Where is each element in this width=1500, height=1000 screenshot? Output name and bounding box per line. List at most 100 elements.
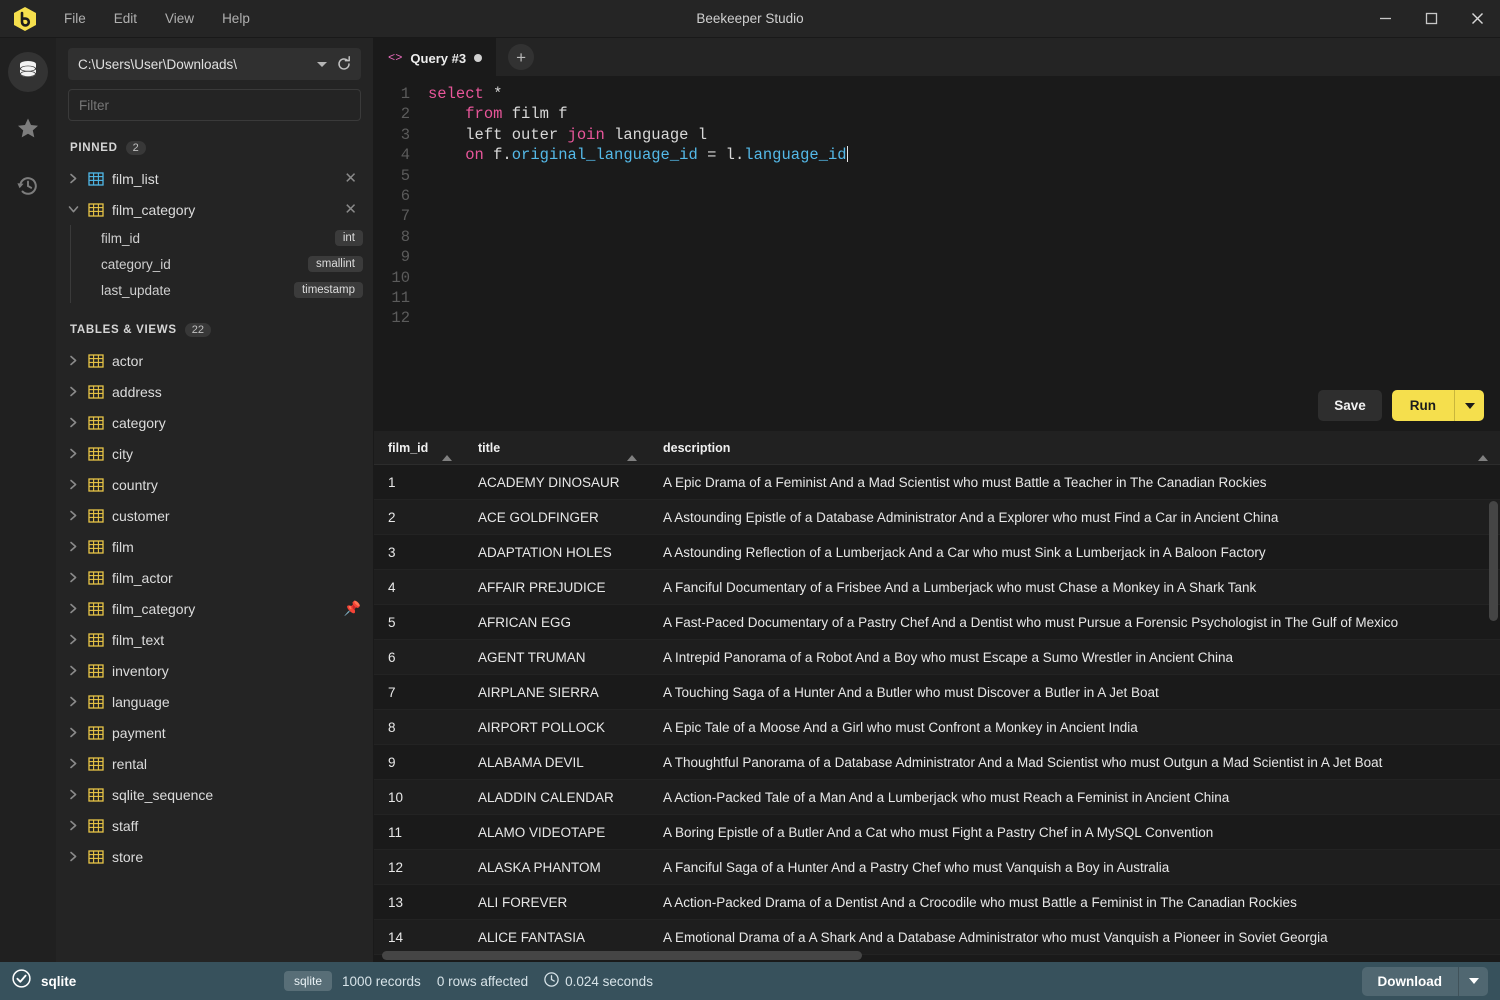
sidebar-table-rental[interactable]: rental (56, 748, 373, 779)
menu-item-help[interactable]: Help (210, 7, 262, 30)
cell-description[interactable]: A Astounding Reflection of a Lumberjack … (649, 545, 1500, 560)
sort-ascending-icon[interactable] (627, 441, 637, 455)
sql-editor-body[interactable]: 123456789101112 select * from film f lef… (374, 76, 1500, 431)
table-row[interactable]: 7AIRPLANE SIERRAA Touching Saga of a Hun… (374, 675, 1500, 710)
cell-film_id[interactable]: 2 (374, 510, 464, 525)
menu-item-view[interactable]: View (153, 7, 206, 30)
chevron-right-icon[interactable] (66, 665, 80, 676)
results-vertical-scrollbar[interactable] (1489, 501, 1498, 621)
cell-description[interactable]: A Action-Packed Tale of a Man And a Lumb… (649, 790, 1500, 805)
run-button[interactable]: Run (1392, 390, 1454, 421)
results-horizontal-scrollbar[interactable] (382, 951, 862, 960)
cell-film_id[interactable]: 3 (374, 545, 464, 560)
sidebar-table-film_category[interactable]: film_category📌 (56, 593, 373, 624)
rail-history-button[interactable] (8, 168, 48, 208)
refresh-icon[interactable] (333, 53, 355, 75)
rail-favorites-button[interactable] (8, 110, 48, 150)
chevron-right-icon[interactable] (66, 696, 80, 707)
cell-title[interactable]: ALI FOREVER (464, 895, 649, 910)
chevron-right-icon[interactable] (66, 572, 80, 583)
sort-ascending-icon[interactable] (1478, 441, 1488, 455)
sidebar-table-staff[interactable]: staff (56, 810, 373, 841)
sidebar-table-actor[interactable]: actor (56, 345, 373, 376)
chevron-right-icon[interactable] (66, 820, 80, 831)
chevron-right-icon[interactable] (66, 417, 80, 428)
table-row[interactable]: 8AIRPORT POLLOCKA Epic Tale of a Moose A… (374, 710, 1500, 745)
column-row[interactable]: film_id int (70, 225, 373, 251)
save-button[interactable]: Save (1318, 390, 1382, 421)
pinned-item-film_category[interactable]: film_category ✕ (56, 194, 373, 225)
chevron-down-icon[interactable] (317, 62, 327, 67)
menu-item-edit[interactable]: Edit (102, 7, 149, 30)
cell-film_id[interactable]: 12 (374, 860, 464, 875)
cell-film_id[interactable]: 11 (374, 825, 464, 840)
status-connection[interactable]: sqlite sqlite (12, 969, 332, 993)
close-icon[interactable] (1454, 0, 1500, 38)
sidebar-table-film[interactable]: film (56, 531, 373, 562)
filter-input[interactable] (79, 98, 350, 113)
cell-description[interactable]: A Boring Epistle of a Butler And a Cat w… (649, 825, 1500, 840)
sidebar-table-customer[interactable]: customer (56, 500, 373, 531)
sidebar-table-film_actor[interactable]: film_actor (56, 562, 373, 593)
cell-description[interactable]: A Thoughtful Panorama of a Database Admi… (649, 755, 1500, 770)
cell-description[interactable]: A Fanciful Saga of a Hunter And a Pastry… (649, 860, 1500, 875)
cell-film_id[interactable]: 5 (374, 615, 464, 630)
sort-ascending-icon[interactable] (442, 441, 452, 455)
chevron-right-icon[interactable] (66, 727, 80, 738)
chevron-right-icon[interactable] (66, 603, 80, 614)
sql-code-area[interactable]: select * from film f left outer join lan… (420, 84, 1500, 431)
unpin-close-icon[interactable]: ✕ (340, 200, 361, 219)
cell-title[interactable]: ALABAMA DEVIL (464, 755, 649, 770)
cell-title[interactable]: ALICE FANTASIA (464, 930, 649, 945)
table-row[interactable]: 4AFFAIR PREJUDICEA Fanciful Documentary … (374, 570, 1500, 605)
table-row[interactable]: 14ALICE FANTASIAA Emotional Drama of a A… (374, 920, 1500, 955)
table-row[interactable]: 10ALADDIN CALENDARA Action-Packed Tale o… (374, 780, 1500, 815)
sql-editor[interactable]: 123456789101112 select * from film f lef… (374, 76, 1500, 431)
sidebar-table-country[interactable]: country (56, 469, 373, 500)
cell-title[interactable]: AIRPLANE SIERRA (464, 685, 649, 700)
maximize-icon[interactable] (1408, 0, 1454, 38)
download-options-chevron-down-icon[interactable] (1458, 967, 1488, 996)
cell-film_id[interactable]: 8 (374, 720, 464, 735)
cell-description[interactable]: A Epic Tale of a Moose And a Girl who mu… (649, 720, 1500, 735)
cell-description[interactable]: A Touching Saga of a Hunter And a Butler… (649, 685, 1500, 700)
chevron-right-icon[interactable] (66, 355, 80, 366)
column-row[interactable]: last_update timestamp (70, 277, 373, 303)
sidebar-table-language[interactable]: language (56, 686, 373, 717)
cell-title[interactable]: AIRPORT POLLOCK (464, 720, 649, 735)
download-button-group[interactable]: Download (1362, 967, 1489, 996)
menu-item-file[interactable]: File (52, 7, 98, 30)
sidebar-table-sqlite_sequence[interactable]: sqlite_sequence (56, 779, 373, 810)
table-row[interactable]: 12ALASKA PHANTOMA Fanciful Saga of a Hun… (374, 850, 1500, 885)
pinned-item-film_list[interactable]: film_list ✕ (56, 163, 373, 194)
sidebar-table-store[interactable]: store (56, 841, 373, 872)
connection-selector[interactable]: C:\Users\User\Downloads\ (68, 48, 361, 80)
download-button[interactable]: Download (1362, 967, 1459, 996)
cell-film_id[interactable]: 7 (374, 685, 464, 700)
sidebar-table-city[interactable]: city (56, 438, 373, 469)
chevron-right-icon[interactable] (66, 386, 80, 397)
table-row[interactable]: 2ACE GOLDFINGERA Astounding Epistle of a… (374, 500, 1500, 535)
tab-query-3[interactable]: <> Query #3 (374, 38, 496, 76)
chevron-right-icon[interactable] (66, 851, 80, 862)
cell-title[interactable]: ALADDIN CALENDAR (464, 790, 649, 805)
cell-title[interactable]: ACADEMY DINOSAUR (464, 475, 649, 490)
chevron-right-icon[interactable] (66, 448, 80, 459)
cell-film_id[interactable]: 6 (374, 650, 464, 665)
cell-description[interactable]: A Emotional Drama of a A Shark And a Dat… (649, 930, 1500, 945)
cell-title[interactable]: ADAPTATION HOLES (464, 545, 649, 560)
chevron-right-icon[interactable] (66, 634, 80, 645)
cell-title[interactable]: AGENT TRUMAN (464, 650, 649, 665)
table-row[interactable]: 3ADAPTATION HOLESA Astounding Reflection… (374, 535, 1500, 570)
results-body[interactable]: 1ACADEMY DINOSAURA Epic Drama of a Femin… (374, 465, 1500, 962)
pin-icon[interactable]: 📌 (344, 600, 361, 617)
cell-title[interactable]: AFFAIR PREJUDICE (464, 580, 649, 595)
sidebar-table-film_text[interactable]: film_text (56, 624, 373, 655)
cell-title[interactable]: AFRICAN EGG (464, 615, 649, 630)
run-options-chevron-down-icon[interactable] (1454, 390, 1484, 421)
chevron-right-icon[interactable] (66, 510, 80, 521)
cell-film_id[interactable]: 4 (374, 580, 464, 595)
table-row[interactable]: 6AGENT TRUMANA Intrepid Panorama of a Ro… (374, 640, 1500, 675)
rail-database-button[interactable] (8, 52, 48, 92)
unpin-close-icon[interactable]: ✕ (340, 169, 361, 188)
